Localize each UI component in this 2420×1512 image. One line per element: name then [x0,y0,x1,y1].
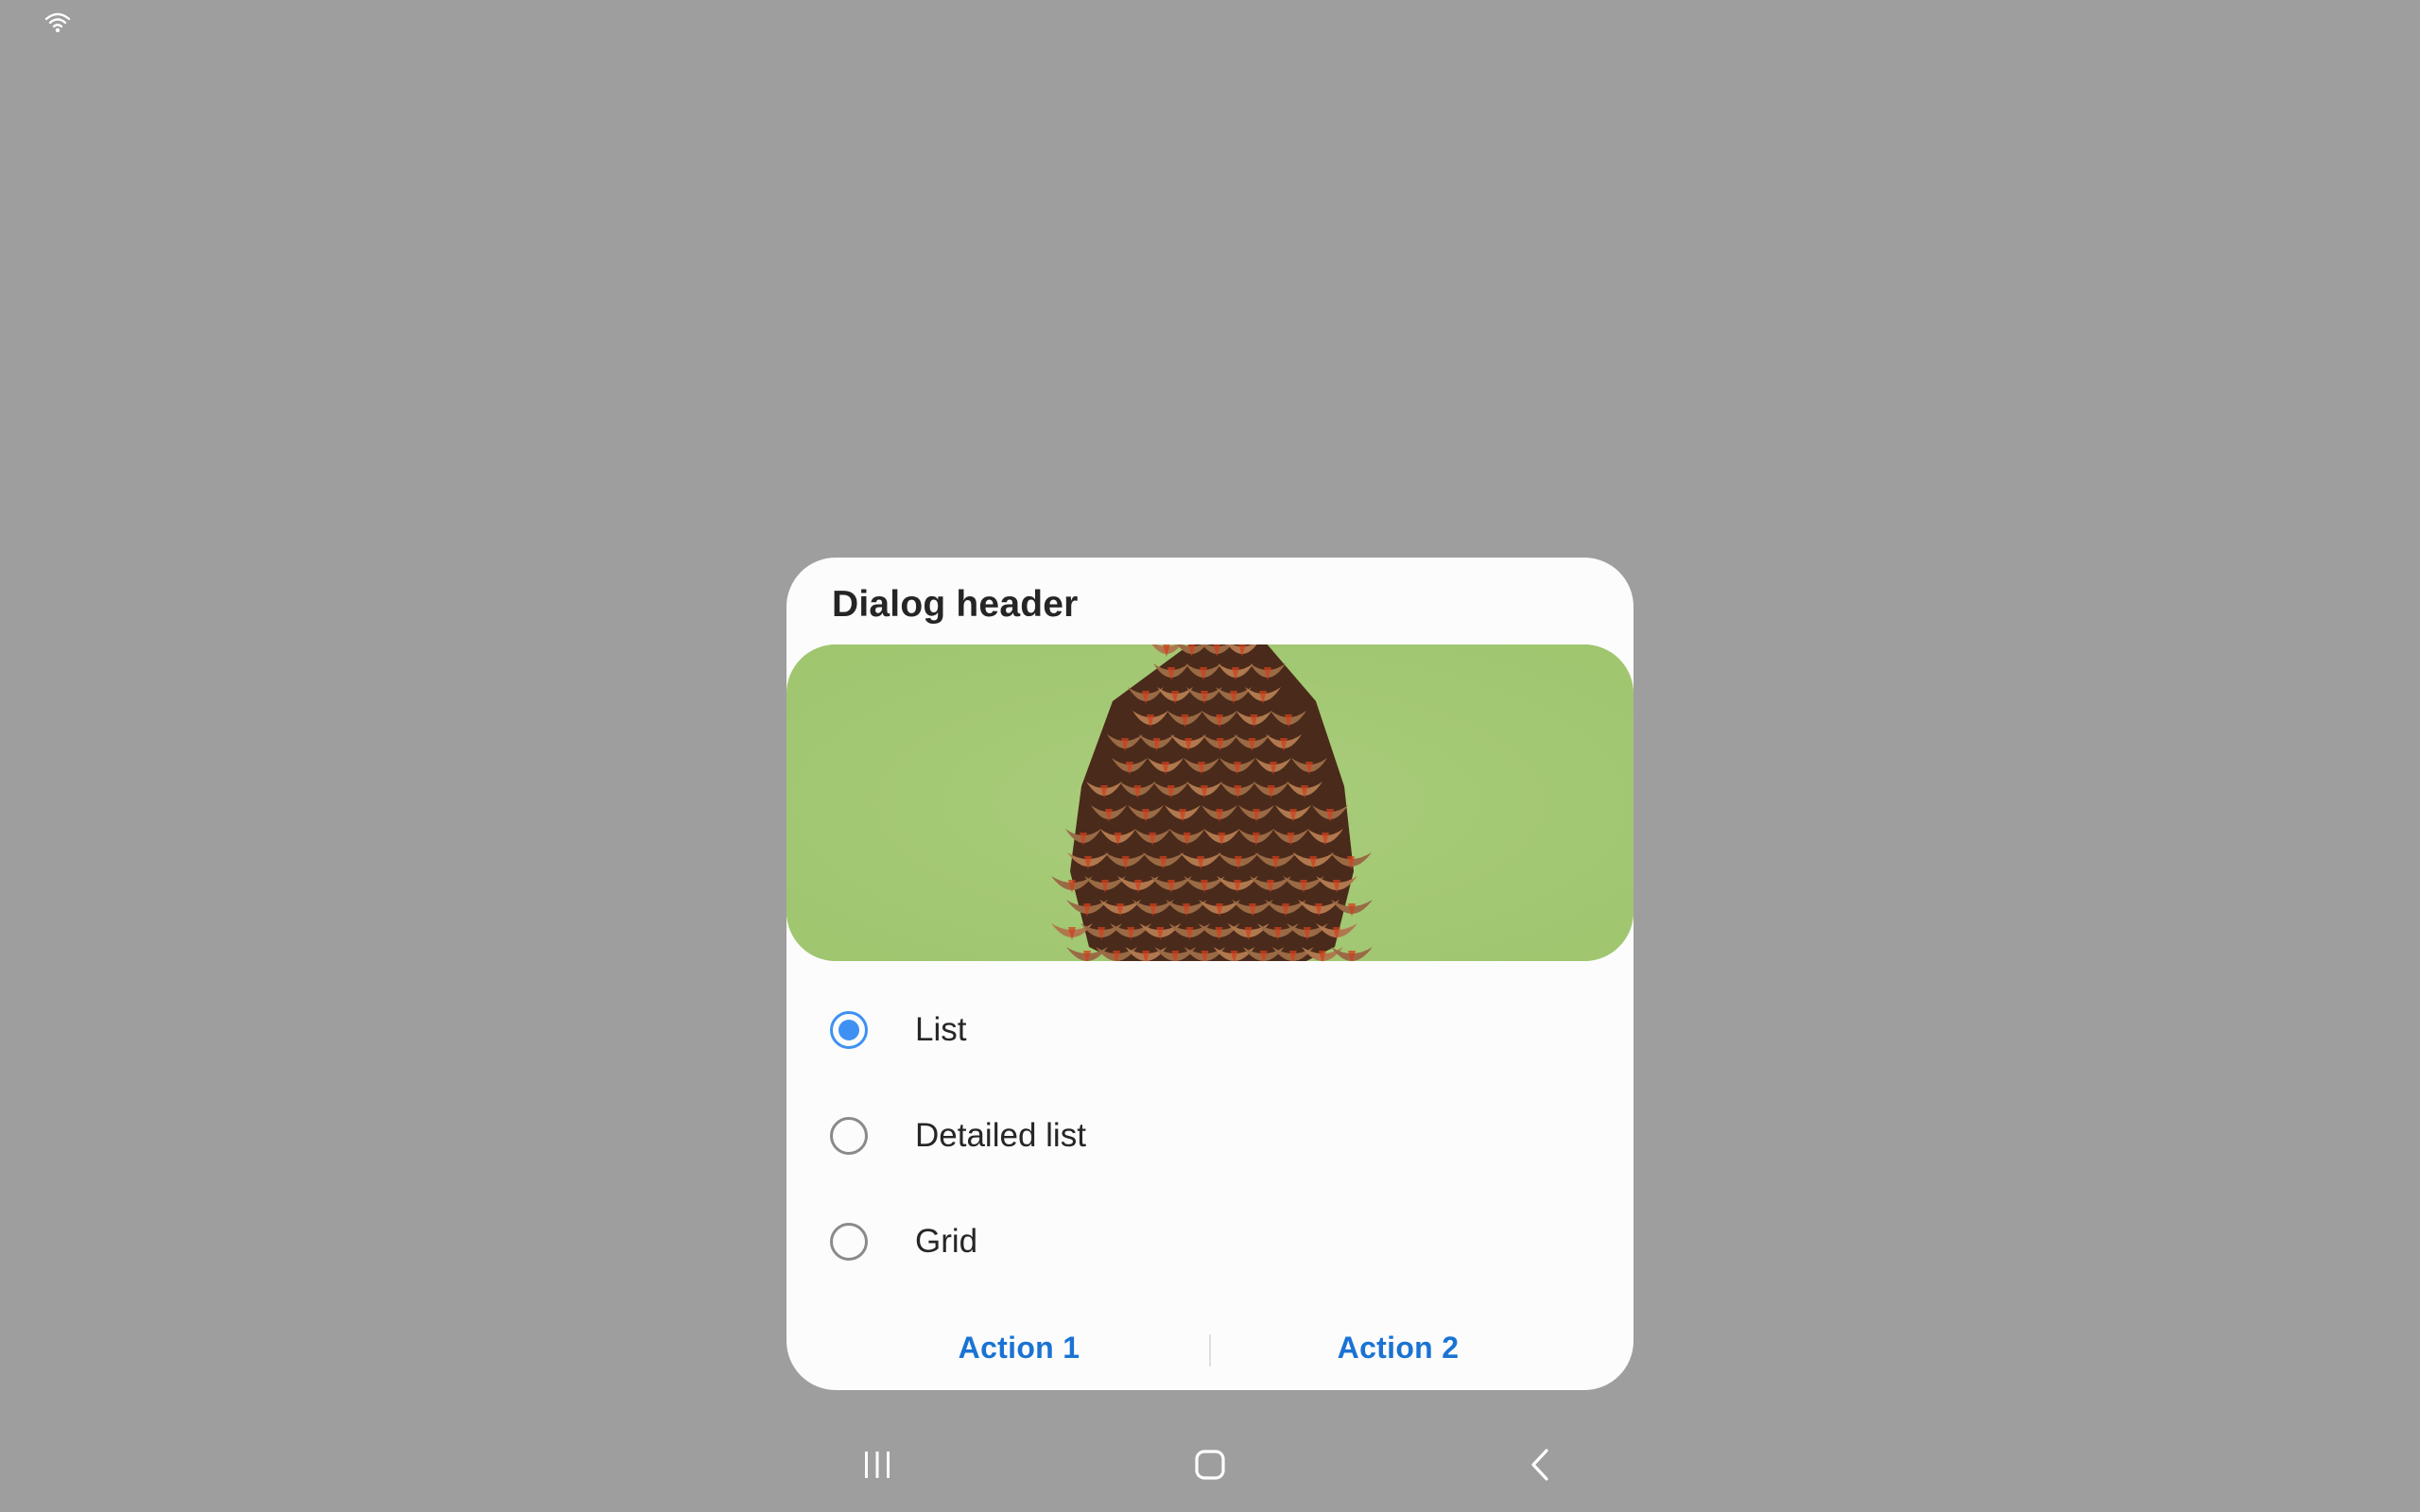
home-icon[interactable] [1182,1436,1238,1493]
dialog-header: Dialog header [832,584,1079,625]
option-label-detailed-list: Detailed list [915,1117,1086,1154]
recents-icon[interactable] [849,1436,906,1493]
option-detailed-list[interactable]: Detailed list [786,1083,1634,1189]
screen: Dialog header List Detailed list Grid Ac… [0,0,2420,1512]
back-icon[interactable] [1512,1436,1569,1493]
radio-list[interactable] [830,1011,868,1049]
navigation-bar [0,1418,2420,1512]
option-list[interactable]: List [786,977,1634,1083]
option-label-list: List [915,1011,967,1048]
pine-cone-image [786,644,1634,961]
action-2-button[interactable]: Action 2 [1209,1314,1587,1382]
option-grid[interactable]: Grid [786,1189,1634,1295]
radio-detailed-list[interactable] [830,1117,868,1155]
status-bar [0,0,2420,45]
dialog: Dialog header List Detailed list Grid Ac… [786,558,1634,1390]
action-1-button[interactable]: Action 1 [830,1314,1208,1382]
radio-grid[interactable] [830,1223,868,1261]
dialog-actions: Action 1 Action 2 [786,1314,1634,1382]
wifi-icon [43,9,72,34]
option-label-grid: Grid [915,1223,978,1260]
